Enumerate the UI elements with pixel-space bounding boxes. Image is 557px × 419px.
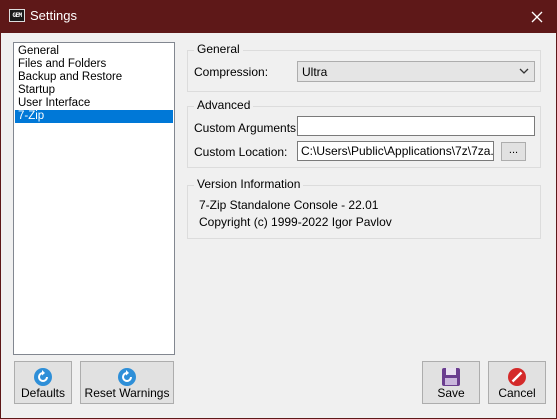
list-item-backup-and-restore[interactable]: Backup and Restore — [15, 71, 173, 84]
copyright-line: Copyright (c) 1999-2022 Igor Pavlov — [199, 215, 392, 229]
window-border-left — [0, 33, 1, 419]
cancel-label: Cancel — [498, 386, 536, 400]
cancel-icon — [508, 368, 526, 386]
version-info-header: Version Information — [194, 177, 304, 191]
browse-button[interactable]: ... — [501, 142, 526, 161]
app-icon: GEM — [9, 9, 25, 22]
save-label: Save — [437, 386, 465, 400]
list-item-files-and-folders[interactable]: Files and Folders — [15, 58, 173, 71]
title-bar[interactable]: GEM Settings — [0, 0, 557, 33]
defaults-label: Defaults — [20, 386, 66, 400]
save-button[interactable]: Save — [422, 361, 480, 404]
custom-location-input[interactable]: C:\Users\Public\Applications\7z\7za.exe — [297, 141, 494, 161]
close-button[interactable] — [517, 0, 557, 33]
chevron-down-icon — [519, 68, 529, 74]
refresh-icon — [118, 368, 136, 386]
version-info-group: Version Information — [187, 177, 541, 239]
custom-arguments-label: Custom Arguments: — [194, 121, 300, 135]
advanced-group-header: Advanced — [194, 98, 254, 112]
window-title: Settings — [30, 8, 77, 23]
custom-arguments-input[interactable] — [297, 116, 535, 136]
cancel-button[interactable]: Cancel — [488, 361, 546, 404]
compression-label: Compression: — [194, 65, 269, 79]
list-item-startup[interactable]: Startup — [15, 84, 173, 97]
settings-category-list[interactable]: General Files and Folders Backup and Res… — [13, 42, 175, 355]
version-line: 7-Zip Standalone Console - 22.01 — [199, 198, 379, 212]
list-item-user-interface[interactable]: User Interface — [15, 97, 173, 110]
custom-location-label: Custom Location: — [194, 145, 288, 159]
reset-warnings-button[interactable]: Reset Warnings — [80, 361, 174, 404]
refresh-icon — [34, 368, 52, 386]
list-item-7zip[interactable]: 7-Zip — [15, 110, 173, 123]
save-icon — [442, 368, 460, 386]
compression-dropdown[interactable]: Ultra — [297, 61, 535, 82]
defaults-button[interactable]: Defaults — [14, 361, 72, 404]
close-icon — [531, 11, 543, 23]
compression-value: Ultra — [302, 65, 328, 79]
list-item-general[interactable]: General — [15, 45, 173, 58]
general-group-header: General — [194, 42, 243, 56]
reset-warnings-label: Reset Warnings — [84, 386, 170, 400]
